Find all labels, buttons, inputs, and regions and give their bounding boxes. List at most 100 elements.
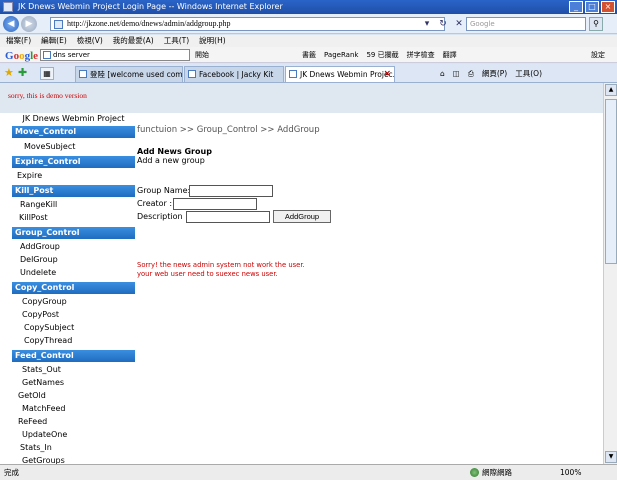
- sidebar-item-stats-in[interactable]: Stats_In: [20, 443, 52, 453]
- search-icon[interactable]: ⚲: [589, 17, 603, 31]
- tab-welcome[interactable]: 登陸 [welcome used compa...: [75, 66, 183, 82]
- section-group-control: Group_Control: [12, 227, 135, 239]
- google-g-icon: [43, 51, 51, 59]
- back-button[interactable]: ◀: [3, 16, 19, 32]
- sidebar-item-delgroup[interactable]: DelGroup: [20, 255, 58, 265]
- status-text: 完成: [4, 468, 19, 477]
- tab-page-icon: [289, 70, 297, 78]
- group-name-input[interactable]: [189, 185, 273, 197]
- tab-label: 登陸 [welcome used compa...: [90, 70, 183, 79]
- section-kill-post: Kill_Post: [12, 185, 135, 197]
- sidebar-item-refeed[interactable]: ReFeed: [18, 417, 47, 427]
- forward-button[interactable]: ▶: [21, 16, 37, 32]
- menu-edit[interactable]: 編輯(E): [41, 35, 67, 47]
- menu-file[interactable]: 檔案(F): [6, 35, 31, 47]
- sidebar-item-stats-out[interactable]: Stats_Out: [22, 365, 61, 375]
- command-bar: ⌂ ◫ ⎙ 網頁(P) 工具(O): [440, 67, 542, 80]
- menu-tools[interactable]: 工具(T): [164, 35, 189, 47]
- add-group-button[interactable]: AddGroup: [273, 210, 331, 223]
- translate-button[interactable]: 翻譯: [443, 47, 457, 63]
- minimize-button[interactable]: _: [569, 1, 583, 13]
- tab-page-icon: [188, 70, 196, 78]
- main-content: functuion >> Group_Control >> AddGroup A…: [137, 125, 597, 455]
- address-tools: ▾ ↻ ✕: [420, 17, 466, 31]
- section-copy-control: Copy_Control: [12, 282, 135, 294]
- stop-icon[interactable]: ✕: [452, 17, 466, 31]
- globe-icon: [470, 468, 479, 477]
- popup-blocked-button[interactable]: 59 已攔截: [366, 47, 398, 63]
- sidebar-item-addgroup[interactable]: AddGroup: [20, 242, 60, 252]
- search-input[interactable]: Google: [466, 17, 586, 31]
- close-button[interactable]: ×: [601, 1, 615, 13]
- window-title: JK Dnews Webmin Project Login Page -- Wi…: [18, 2, 283, 11]
- menu-view[interactable]: 檢視(V): [77, 35, 103, 47]
- zoom-level[interactable]: 100%: [560, 465, 581, 480]
- google-logo: Google: [5, 50, 39, 62]
- sidebar-item-copythread[interactable]: CopyThread: [24, 336, 72, 346]
- group-name-label: Group Name:: [137, 186, 191, 195]
- menu-help[interactable]: 說明(H): [199, 35, 226, 47]
- sidebar-item-getgroups[interactable]: GetGroups: [22, 456, 65, 464]
- menu-favorites[interactable]: 我的最愛(A): [113, 35, 154, 47]
- breadcrumb: functuion >> Group_Control >> AddGroup: [137, 125, 320, 135]
- sidebar-item-expire[interactable]: Expire: [17, 171, 42, 181]
- home-icon[interactable]: ⌂: [440, 67, 445, 80]
- address-input[interactable]: http://jkzone.net/demo/dnews/admin/addgr…: [50, 17, 445, 31]
- tab-label: Facebook | Jacky Kit: [199, 70, 274, 79]
- page-subtitle: Add a new group: [137, 156, 205, 165]
- description-label: Description :: [137, 212, 188, 221]
- favorites-star-icon[interactable]: ★: [4, 67, 14, 79]
- sidebar-item-matchfeed[interactable]: MatchFeed: [22, 404, 66, 414]
- security-zone: 網際網路: [470, 465, 512, 480]
- spellcheck-button[interactable]: 拼字檢查: [407, 47, 435, 63]
- creator-input[interactable]: [173, 198, 257, 210]
- page-title: Add News Group: [137, 147, 212, 156]
- demo-banner: sorry, this is demo version: [0, 83, 603, 113]
- google-search-input[interactable]: dns server: [40, 49, 190, 61]
- scroll-up-icon[interactable]: ▲: [605, 84, 617, 96]
- tab-list-icon[interactable]: ▦: [40, 67, 54, 80]
- google-search-value: dns server: [53, 51, 90, 59]
- scroll-down-icon[interactable]: ▼: [605, 451, 617, 463]
- feeds-icon[interactable]: ◫: [453, 67, 460, 80]
- tab-jk-dnews[interactable]: JK Dnews Webmin Projec... ×: [285, 66, 395, 82]
- creator-label: Creator :: [137, 199, 173, 208]
- sidebar-item-rangekill[interactable]: RangeKill: [20, 200, 57, 210]
- tools-menu[interactable]: 工具(O): [515, 67, 542, 80]
- add-favorite-icon[interactable]: ✚: [18, 67, 27, 79]
- sidebar-item-movesubject[interactable]: MoveSubject: [24, 142, 75, 152]
- sidebar-item-killpost[interactable]: KillPost: [19, 213, 48, 223]
- refresh-icon[interactable]: ↻: [436, 17, 450, 31]
- print-icon[interactable]: ⎙: [468, 67, 474, 80]
- vertical-scrollbar[interactable]: ▲ ▼: [603, 83, 617, 464]
- sidebar-item-undelete[interactable]: Undelete: [20, 268, 56, 278]
- bookmarks-button[interactable]: 書籤: [302, 47, 316, 63]
- google-toolbar: Google dns server 開始 書籤 PageRank 59 已攔截 …: [0, 47, 617, 63]
- address-url: http://jkzone.net/demo/dnews/admin/addgr…: [67, 19, 231, 28]
- sidebar: JK Dnews Webmin Project Move_Control Mov…: [12, 113, 135, 464]
- search-placeholder: Google: [470, 20, 495, 28]
- page-menu[interactable]: 網頁(P): [482, 67, 507, 80]
- google-settings-button[interactable]: 設定: [591, 47, 605, 63]
- tab-close-icon[interactable]: ×: [383, 67, 391, 82]
- google-start-button[interactable]: 開始: [195, 47, 209, 63]
- sidebar-item-copysubject[interactable]: CopySubject: [24, 323, 74, 333]
- window-controls: _ □ ×: [569, 1, 615, 13]
- sidebar-item-updateone[interactable]: UpdateOne: [22, 430, 67, 440]
- pagerank-indicator[interactable]: PageRank: [324, 47, 358, 63]
- description-input[interactable]: [186, 211, 270, 223]
- scroll-thumb[interactable]: [605, 99, 617, 264]
- tab-bar: ★ ✚ ▦ 登陸 [welcome used compa... Facebook…: [0, 64, 617, 83]
- status-bar: 完成 網際網路 100%: [0, 464, 617, 480]
- tab-facebook[interactable]: Facebook | Jacky Kit: [184, 66, 284, 82]
- sidebar-item-copygroup[interactable]: CopyGroup: [22, 297, 67, 307]
- zone-label: 網際網路: [482, 468, 512, 477]
- dropdown-arrow-icon[interactable]: ▾: [420, 17, 434, 31]
- google-tools: 開始: [195, 47, 209, 63]
- error-message-line1: Sorry! the news admin system not work th…: [137, 261, 305, 269]
- maximize-button[interactable]: □: [585, 1, 599, 13]
- sidebar-item-getold[interactable]: GetOld: [18, 391, 46, 401]
- sidebar-item-copypost[interactable]: CopyPost: [22, 310, 59, 320]
- section-expire-control: Expire_Control: [12, 156, 135, 168]
- sidebar-item-getnames[interactable]: GetNames: [22, 378, 64, 388]
